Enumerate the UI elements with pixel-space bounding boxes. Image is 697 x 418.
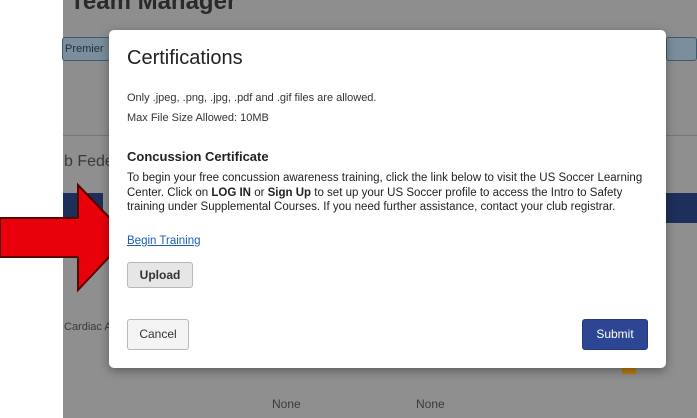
header-right-button: [666, 37, 697, 61]
cancel-button[interactable]: Cancel: [127, 319, 189, 350]
section-heading-partial: b Fede: [64, 153, 114, 170]
premier-tab: Premier: [62, 37, 110, 61]
app-title: Team Manager: [70, 0, 237, 15]
training-description: To begin your free concussion awareness …: [127, 171, 657, 215]
allowed-file-types: Only .jpeg, .png, .jpg, .pdf and .gif fi…: [127, 92, 377, 104]
concussion-certificate-heading: Concussion Certificate: [127, 149, 269, 164]
upload-button[interactable]: Upload: [127, 262, 193, 288]
max-file-size: Max File Size Allowed: 10MB: [127, 112, 269, 124]
login-emphasis: LOG IN: [211, 186, 251, 199]
table-header-band-right: [666, 193, 697, 223]
submit-button[interactable]: Submit: [582, 319, 648, 350]
row-label-partial: Cardiac A: [64, 321, 112, 333]
modal-title: Certifications: [127, 47, 243, 69]
certifications-modal: Certifications Only .jpeg, .png, .jpg, .…: [109, 30, 666, 368]
signup-emphasis: Sign Up: [267, 186, 312, 199]
begin-training-link[interactable]: Begin Training: [127, 235, 201, 247]
table-cell-none: None: [416, 397, 445, 411]
table-cell-none: None: [272, 397, 301, 411]
desc-text: or: [251, 186, 268, 199]
status-marker: [622, 368, 636, 374]
